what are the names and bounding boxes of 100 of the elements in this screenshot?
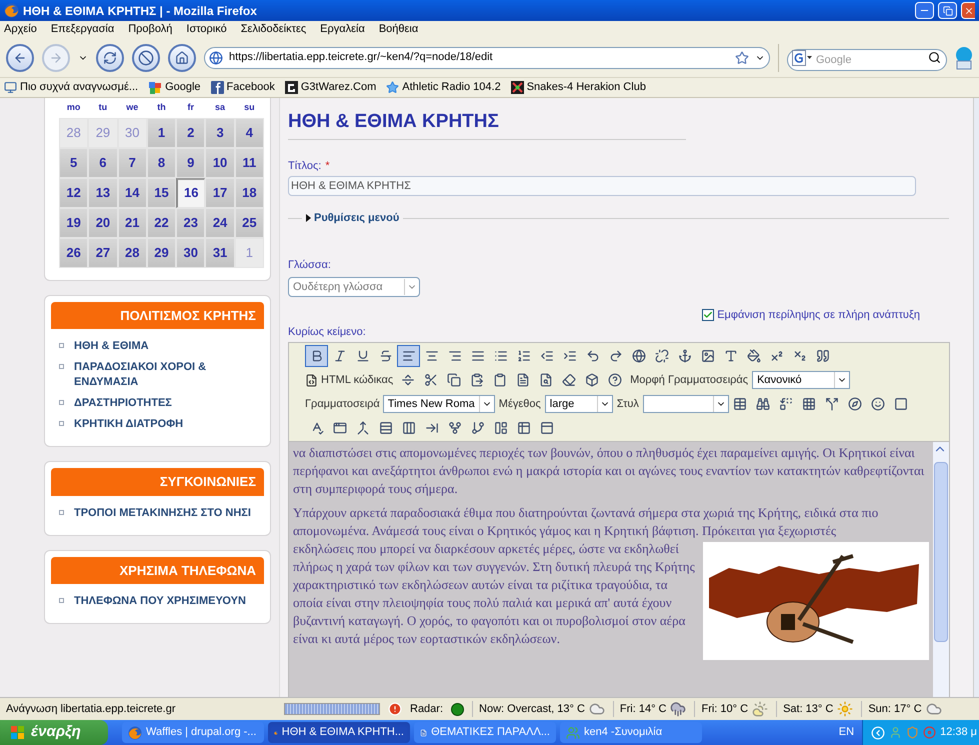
menu-item[interactable]: Επεξεργασία <box>50 21 114 38</box>
sidebar-link[interactable]: ΤΡΟΠΟΙ ΜΕΤΑΚΙΝΗΣΗΣ ΣΤΟ ΝΗΣΙ <box>74 506 251 520</box>
weather-item[interactable]: Sun: 17° C <box>861 700 942 718</box>
toolbar-button[interactable] <box>305 345 328 367</box>
menu-item[interactable]: Ιστορικό <box>186 21 227 38</box>
calendar-day[interactable]: 22 <box>146 208 176 238</box>
bookmark-link[interactable]: G3tWarez.Com <box>284 79 376 96</box>
calendar-day[interactable]: 9 <box>176 148 206 178</box>
arrow-to-line-icon <box>424 421 438 435</box>
menu-item[interactable]: Αρχείο <box>4 21 37 38</box>
taskbar-button[interactable]: ΗΘΗ & ΕΘΙΜΑ ΚΡΗΤΗ... <box>268 722 410 743</box>
bookmark-link[interactable]: Athletic Radio 104.2 <box>386 79 501 96</box>
calendar-day[interactable]: 25 <box>234 208 264 238</box>
weather-item[interactable]: Sat: 13° C <box>776 700 854 718</box>
calendar-day[interactable]: 17 <box>205 178 235 208</box>
restore-button[interactable] <box>938 2 957 19</box>
redo-icon <box>608 349 622 363</box>
field-label: Κυρίως κείμενο: <box>288 324 367 340</box>
menu-item[interactable]: Εργαλεία <box>320 21 365 38</box>
calendar-day[interactable]: 24 <box>205 208 235 238</box>
bullet-icon <box>59 364 64 369</box>
scrollbar[interactable] <box>933 442 949 697</box>
menu-item[interactable]: Βοήθεια <box>378 21 418 38</box>
expand-tray-icon[interactable] <box>871 726 886 740</box>
start-button[interactable]: έναρξη <box>0 720 108 745</box>
scrollbar[interactable] <box>973 98 979 697</box>
weather-text: Sun: 17° C <box>868 702 922 717</box>
calendar-day[interactable]: 30 <box>176 238 206 268</box>
calendar-day[interactable]: 1 <box>146 118 176 148</box>
alert-icon[interactable] <box>388 702 402 716</box>
bookmark-link[interactable]: Πιο συχνά αναγνωσμέ... <box>4 79 138 96</box>
calendar-day[interactable]: 3 <box>205 118 235 148</box>
calendar-day[interactable]: 18 <box>234 178 264 208</box>
weather-item[interactable]: Now: Overcast, 13° C <box>472 700 605 718</box>
anchor-icon <box>678 349 692 363</box>
sidebar-link[interactable]: ΤΗΛΕΦΩΝΑ ΠΟΥ ΧΡΗΣΙΜΕΥΟΥΝ <box>74 594 246 609</box>
calendar-day[interactable]: 12 <box>59 178 88 208</box>
taskbar-button[interactable]: ΘΕΜΑΤΙΚΕΣ ΠΑΡΑΛΛ... <box>414 722 556 743</box>
calendar-day[interactable]: 16 <box>176 178 206 208</box>
address-field[interactable]: https://libertatia.epp.teicrete.gr/~ken4/?q=node/18/edit <box>204 46 770 68</box>
stop-button[interactable] <box>132 44 160 72</box>
search-field[interactable]: Google <box>787 48 947 70</box>
calendar-day[interactable]: 26 <box>59 238 88 268</box>
html-source-button[interactable]: HTML κώδικας <box>305 369 396 391</box>
calendar-day[interactable]: 27 <box>88 238 118 268</box>
menu-item[interactable]: Προβολή <box>128 21 172 38</box>
sidebar-link[interactable]: ΠΑΡΑΔΟΣΙΑΚΟΙ ΧΟΡΟΙ & ΕΝΔΥΜΑΣΙΑ <box>74 360 262 390</box>
menu-item[interactable]: Σελιδοδείκτες <box>240 21 306 38</box>
format-select[interactable]: Κανονικό <box>752 371 850 389</box>
font-select[interactable]: Times New Roma <box>382 395 495 413</box>
facebook-icon <box>210 81 224 94</box>
calendar-day[interactable]: 21 <box>118 208 147 238</box>
weather-item[interactable]: Fri: 10° C <box>694 700 768 718</box>
toolbar-button[interactable] <box>397 345 420 367</box>
menu-settings-toggle[interactable]: Ρυθμίσεις μενού <box>306 210 400 226</box>
status-text: Ανάγνωση libertatia.epp.teicrete.gr <box>6 702 177 717</box>
sidebar-link[interactable]: ΔΡΑΣΤΗΡΙΟΤΗΤΕΣ <box>74 396 172 411</box>
calendar-day[interactable]: 31 <box>205 238 235 268</box>
square-icon <box>894 397 908 411</box>
calendar-day[interactable]: 13 <box>88 178 118 208</box>
calendar-day[interactable]: 23 <box>176 208 206 238</box>
calendar-day[interactable]: 29 <box>146 238 176 268</box>
weather-item[interactable]: Fri: 14° C <box>612 700 686 718</box>
calendar-day[interactable]: 7 <box>118 148 147 178</box>
code-file-icon <box>305 374 318 386</box>
star-icon[interactable] <box>735 50 749 64</box>
calendar-day[interactable]: 6 <box>88 148 118 178</box>
title-input[interactable]: ΗΘΗ & ΕΘΙΜΑ ΚΡΗΤΗΣ <box>288 176 916 196</box>
calendar-day[interactable]: 4 <box>234 118 264 148</box>
calendar-day[interactable]: 8 <box>146 148 176 178</box>
close-button[interactable] <box>961 2 975 19</box>
checkbox[interactable] <box>702 309 714 322</box>
search-engine-icon[interactable] <box>792 50 812 66</box>
calendar-day[interactable]: 2 <box>176 118 206 148</box>
back-button[interactable] <box>6 44 34 72</box>
home-button[interactable] <box>168 44 196 72</box>
bookmark-link[interactable]: Facebook <box>210 79 275 96</box>
minimize-button[interactable] <box>915 2 934 19</box>
calendar-day[interactable]: 28 <box>118 238 147 268</box>
reload-button[interactable] <box>96 44 124 72</box>
taskbar-button[interactable]: Waffles | drupal.org -... <box>122 722 264 743</box>
caret-icon <box>306 214 311 222</box>
block-title: ΣΥΓΚΟΙΝΩΝΙΕΣ <box>51 468 264 496</box>
calendar-day[interactable]: 20 <box>88 208 118 238</box>
bookmark-link[interactable]: Snakes-4 Herakion Club <box>510 79 646 96</box>
taskbar-button[interactable]: ken4 -Συνομιλία <box>560 722 702 743</box>
sidebar-link[interactable]: ΗΘΗ & ΕΘΙΜΑ <box>74 339 149 354</box>
bookmark-link[interactable]: Google <box>148 79 201 96</box>
calendar-day[interactable]: 15 <box>146 178 176 208</box>
calendar-day[interactable]: 19 <box>59 208 88 238</box>
calendar-day[interactable]: 11 <box>234 148 264 178</box>
language-select[interactable]: Ουδέτερη γλώσσα <box>288 277 420 297</box>
editor-text-area[interactable] <box>289 442 933 697</box>
calendar-day[interactable]: 14 <box>118 178 147 208</box>
search-icon[interactable] <box>928 50 941 64</box>
sidebar-link[interactable]: ΚΡΗΤΙΚΗ ΔΙΑΤΡΟΦΗ <box>74 417 184 432</box>
calendar-day[interactable]: 5 <box>59 148 88 178</box>
size-select[interactable]: large <box>544 395 613 413</box>
language-indicator[interactable]: EN <box>838 724 854 741</box>
calendar-day[interactable]: 10 <box>205 148 235 178</box>
